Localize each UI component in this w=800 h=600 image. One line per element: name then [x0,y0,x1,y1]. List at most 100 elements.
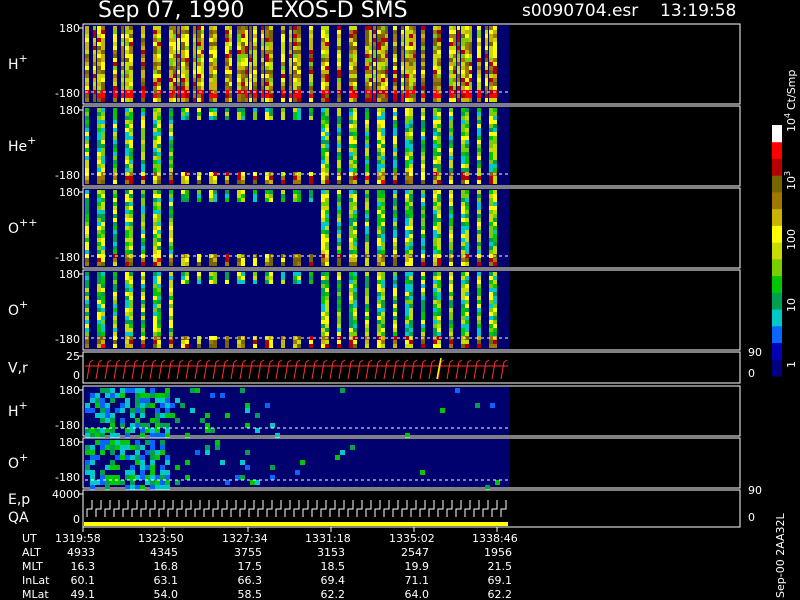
heatmap-cell [337,42,341,46]
heatmap-cell [393,108,397,112]
heatmap-cell [100,388,105,393]
heatmap-cell [293,46,297,50]
heatmap-cell [141,292,145,296]
heatmap-cell [433,332,437,336]
heatmap-cell [465,288,469,292]
heatmap-cell [245,26,248,30]
heatmap-cell [193,26,196,30]
heatmap-cell [289,34,292,38]
heatmap-cell [297,86,301,90]
heatmap-cell [293,258,297,262]
heatmap-cell [477,328,481,332]
qa-bar [84,522,508,526]
heatmap-cell [125,250,129,254]
heatmap-cell [153,214,157,218]
heatmap-cell [85,164,89,168]
heatmap-cell [97,156,101,160]
heatmap-cell [321,74,325,78]
heatmap-cell [100,440,105,445]
heatmap-cell [125,222,129,226]
heatmap-cell [213,344,217,348]
heatmap-cell [153,218,157,222]
heatmap-cell [393,42,397,46]
heatmap-cell [377,296,381,300]
heatmap-cell [393,206,397,210]
heatmap-cell [101,280,105,284]
heatmap-cell [173,58,176,62]
heatmap-cell [297,190,301,194]
heatmap-cell [393,94,397,98]
heatmap-cell [493,194,497,198]
heatmap-cell [353,180,357,184]
heatmap-cell [461,132,465,136]
heatmap-cell [153,328,157,332]
heatmap-cell [155,393,160,398]
heatmap-cell [201,94,204,98]
heatmap-cell [269,26,273,30]
heatmap-cell [213,258,217,262]
heatmap-cell [141,284,145,288]
heatmap-cell [433,34,437,38]
heatmap-cell [377,112,381,116]
heatmap-cell [453,66,456,70]
heatmap-cell [241,344,245,348]
heatmap-cell [365,258,369,262]
heatmap-cell [213,50,217,54]
heatmap-cell [349,308,353,312]
heatmap-cell [125,284,129,288]
heatmap-cell [125,262,129,266]
ephemeris-value: 64.0 [405,588,430,600]
heatmap-cell [129,246,133,250]
heatmap-cell [493,280,497,284]
heatmap-cell [449,198,453,202]
heatmap-cell [241,42,245,46]
heatmap-cell [353,34,357,38]
heatmap-cell [453,74,456,78]
heatmap-cell [185,58,189,62]
heatmap-cell [469,94,472,98]
heatmap-cell [309,116,313,120]
heatmap-cell [125,198,129,202]
heatmap-cell [409,206,413,210]
heatmap-cell [153,116,157,120]
heatmap-cell [245,423,250,428]
heatmap-cell [169,26,173,30]
heatmap-cell [293,340,297,344]
heatmap-cell [125,190,129,194]
heatmap-cell [157,50,161,54]
heatmap-cell [245,78,248,82]
heatmap-cell [405,250,409,254]
heatmap-cell [421,54,425,58]
heatmap-cell [365,194,369,198]
heatmap-cell [465,250,469,254]
heatmap-cell [213,108,217,112]
heatmap-cell [97,70,101,74]
heatmap-cell [449,246,453,250]
colorbar-tick-exponent: 3 [783,171,792,176]
heatmap-cell [101,42,105,46]
heatmap-cell [493,136,497,140]
heatmap-cell [437,194,441,198]
heatmap-cell [155,485,160,490]
heatmap-cell [433,308,437,312]
heatmap-cell [393,312,397,316]
heatmap-cell [337,54,341,58]
heatmap-cell [477,276,481,280]
heatmap-cell [225,176,229,180]
heatmap-cell [181,180,185,184]
heatmap-cell [321,62,325,66]
heatmap-cell [365,108,369,112]
heatmap-cell [449,156,453,160]
heatmap-cell [125,258,129,262]
heatmap-cell [121,62,124,66]
ephemeris-value: 62.2 [321,588,346,600]
heatmap-cell [381,140,385,144]
heatmap-cell [169,292,173,296]
heatmap-cell [365,210,369,214]
heatmap-cell [157,242,161,246]
heatmap-cell [209,262,213,266]
heatmap-cell [381,128,385,132]
heatmap-cell [393,164,397,168]
heatmap-cell [97,234,101,238]
heatmap-cell [173,98,176,102]
